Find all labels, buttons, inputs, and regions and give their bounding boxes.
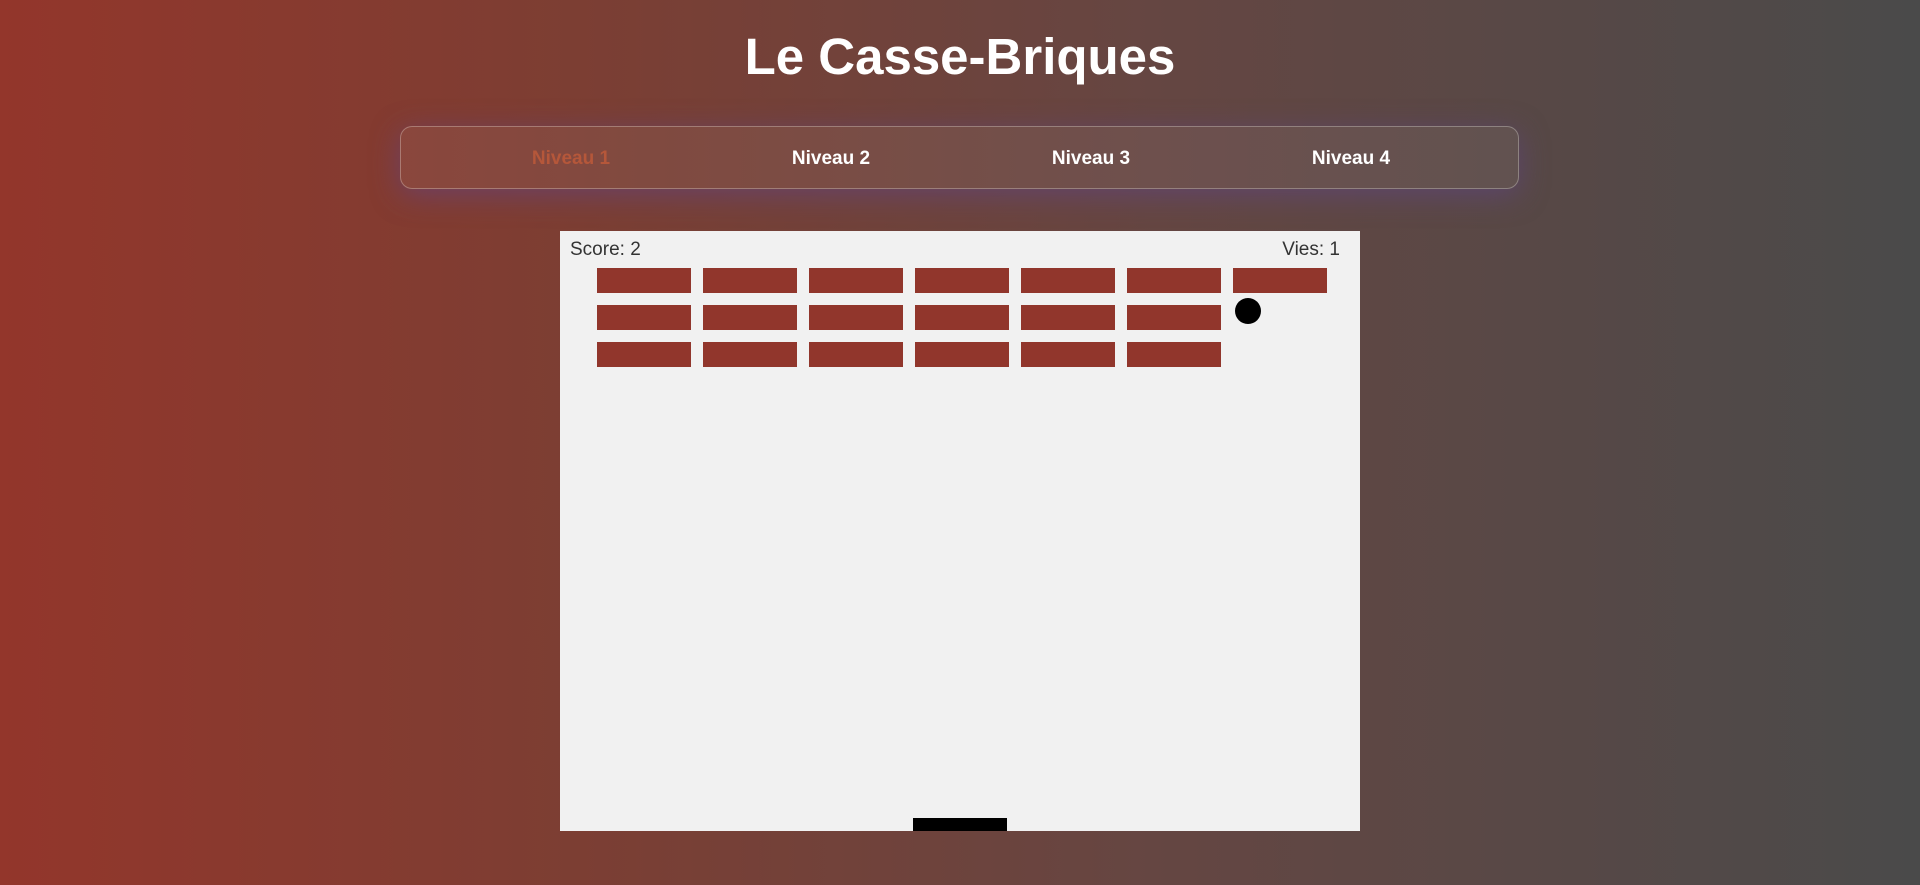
brick [1127,305,1221,330]
score-display: Score: 2 [570,239,641,260]
brick [809,342,903,367]
brick [703,305,797,330]
level-tab-3[interactable]: Niveau 3 [1001,127,1181,190]
brick [1021,268,1115,293]
ball [1235,298,1261,324]
brick [1021,305,1115,330]
brick [915,342,1009,367]
level-selector: Niveau 1 Niveau 2 Niveau 3 Niveau 4 [400,126,1519,189]
brick [915,268,1009,293]
lives-display: Vies: 1 [1282,239,1340,260]
brick [597,305,691,330]
brick [597,268,691,293]
brick [915,305,1009,330]
brick [1021,342,1115,367]
brick [597,342,691,367]
level-tab-1[interactable]: Niveau 1 [481,127,661,190]
brick [809,268,903,293]
level-tab-4[interactable]: Niveau 4 [1261,127,1441,190]
brick [703,342,797,367]
brick [1127,342,1221,367]
brick [809,305,903,330]
brick [1233,268,1327,293]
game-canvas[interactable]: Score: 2 Vies: 1 [560,231,1360,831]
page-title: Le Casse-Briques [744,28,1176,85]
brick [703,268,797,293]
brick [1127,268,1221,293]
level-tab-2[interactable]: Niveau 2 [741,127,921,190]
paddle[interactable] [913,818,1007,831]
